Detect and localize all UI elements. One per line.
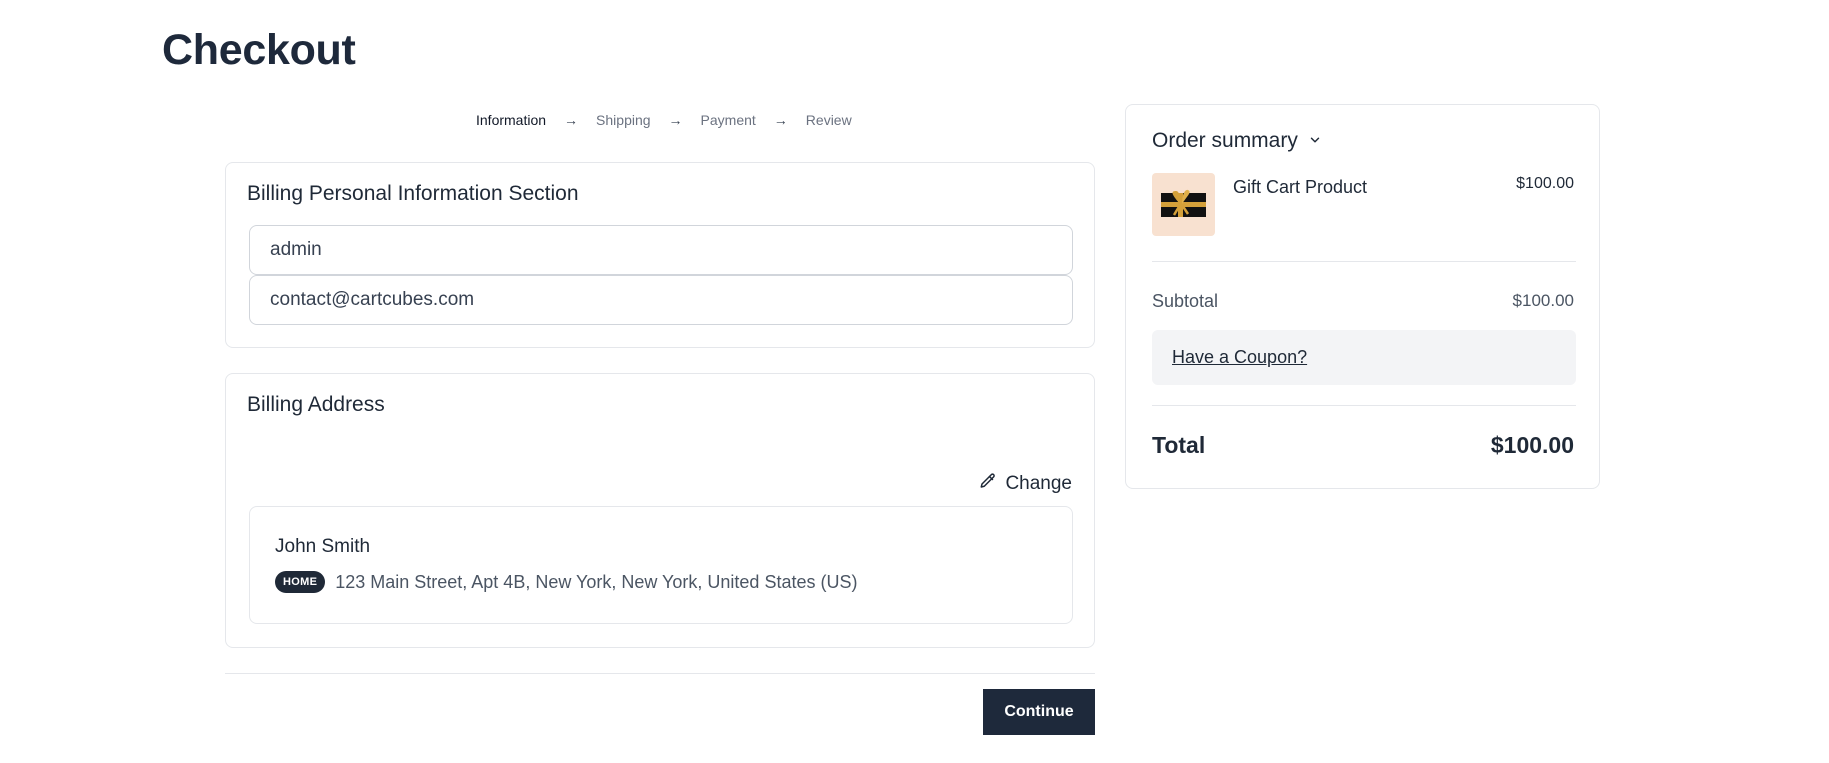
address-card[interactable]: John Smith HOME 123 Main Street, Apt 4B,… [249, 506, 1073, 624]
step-review[interactable]: Review [806, 112, 852, 128]
step-arrow-icon: → [564, 112, 579, 128]
billing-info-title: Billing Personal Information Section [247, 182, 579, 205]
product-price: $100.00 [1516, 175, 1574, 192]
total-value: $100.00 [1490, 432, 1574, 458]
address-text: 123 Main Street, Apt 4B, New York, New Y… [335, 571, 858, 592]
step-information[interactable]: Information [476, 112, 546, 128]
order-summary-card: Order summary Gift Cart Product $100.00 … [1125, 104, 1600, 489]
step-shipping[interactable]: Shipping [596, 112, 651, 128]
address-line: HOME 123 Main Street, Apt 4B, New York, … [275, 571, 857, 593]
billing-address-title: Billing Address [247, 393, 385, 416]
subtotal-value: $100.00 [1512, 291, 1574, 310]
continue-button[interactable]: Continue [983, 689, 1095, 735]
divider [1152, 405, 1576, 406]
order-summary-toggle[interactable]: Order summary [1152, 129, 1322, 153]
billing-address-card: Billing Address Change John Smith HOME 1… [225, 373, 1095, 648]
step-payment[interactable]: Payment [701, 112, 756, 128]
address-name: John Smith [275, 536, 371, 557]
divider [1152, 261, 1576, 262]
address-type-badge: HOME [275, 571, 326, 593]
subtotal-label: Subtotal [1152, 291, 1219, 311]
email-field[interactable] [249, 275, 1073, 325]
total-label: Total [1152, 432, 1206, 458]
chevron-down-icon [1308, 129, 1322, 153]
coupon-box: Have a Coupon? [1152, 330, 1576, 385]
coupon-link[interactable]: Have a Coupon? [1172, 347, 1307, 368]
change-address-button[interactable]: Change [979, 472, 1072, 496]
checkout-steps: Information → Shipping → Payment → Revie… [476, 112, 852, 128]
gift-card-icon [1152, 173, 1215, 236]
divider [225, 673, 1095, 674]
product-name: Gift Cart Product [1233, 177, 1368, 197]
step-arrow-icon: → [773, 112, 788, 128]
name-field[interactable] [249, 225, 1073, 275]
pencil-icon [979, 472, 997, 496]
page-title: Checkout [162, 26, 356, 74]
step-arrow-icon: → [668, 112, 683, 128]
billing-info-card: Billing Personal Information Section [225, 162, 1095, 348]
change-label: Change [1005, 473, 1072, 494]
order-summary-title: Order summary [1152, 129, 1298, 152]
